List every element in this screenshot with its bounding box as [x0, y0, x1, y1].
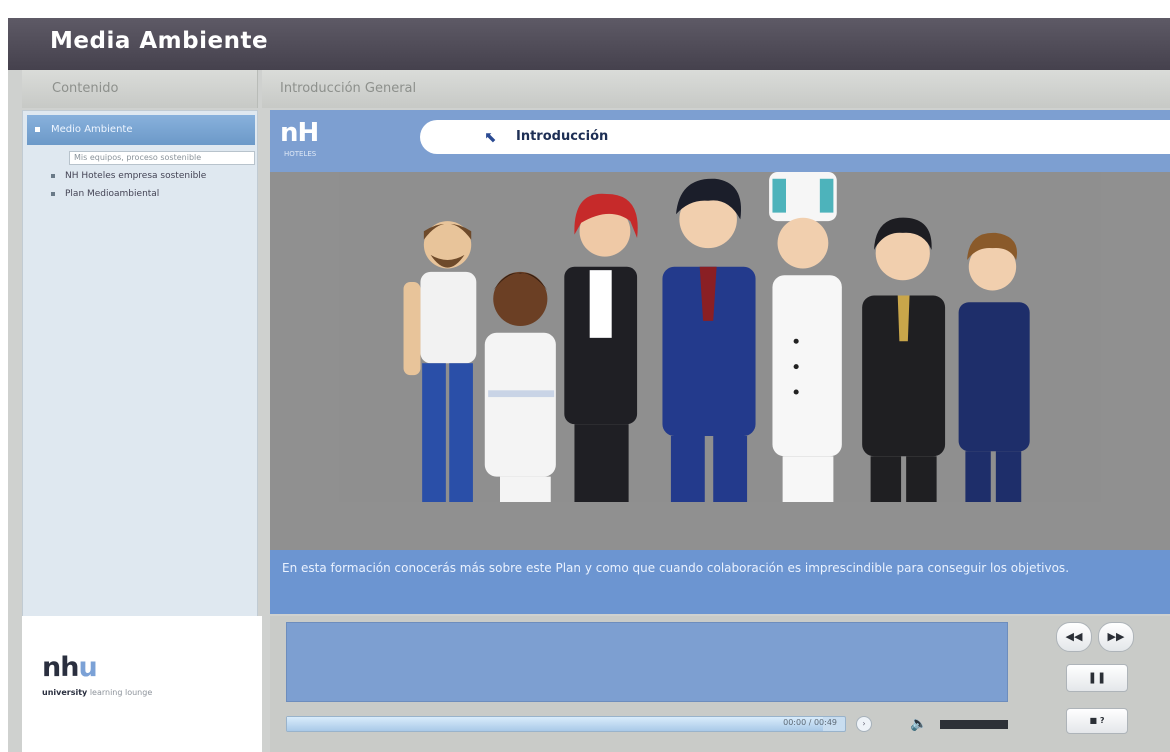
title-bar: Media Ambiente [8, 18, 1170, 70]
tree-root-label: Medio Ambiente [51, 124, 133, 135]
tree-root-item[interactable]: Medio Ambiente [27, 115, 255, 145]
sidebar-header: Contenido [22, 70, 258, 108]
bullet-icon [51, 173, 55, 178]
previous-button[interactable]: ◀◀ [1056, 622, 1092, 652]
nh-logo: nH [280, 118, 319, 148]
sidebar-item-plan[interactable]: Plan Medioambiental [51, 189, 251, 199]
content-stage: nH HOTELES ⬉ Introducción En esta formac… [270, 110, 1170, 614]
sidebar-item-label: Plan Medioambiental [65, 189, 160, 199]
tree-search-input[interactable]: Mis equipos, proceso sostenible [69, 151, 255, 165]
sidebar-item-label: NH Hoteles empresa sostenible [65, 171, 207, 181]
nh-logo-sub: HOTELES [284, 150, 317, 158]
progress-fill [287, 717, 823, 731]
slide-caption: En esta formación conocerás más sobre es… [270, 550, 1170, 614]
sidebar-item-sostenible[interactable]: NH Hoteles empresa sostenible [51, 171, 251, 181]
notes-panel [286, 622, 1008, 702]
breadcrumb-label: Introducción [516, 129, 609, 144]
progress-bar[interactable]: 00:00 / 00:49 [286, 716, 846, 732]
nhu-logo: nhu [42, 652, 98, 683]
app-window: Media Ambiente Contenido Introducción Ge… [8, 18, 1170, 752]
brand-sub-bold: university [42, 688, 88, 697]
content-header: Introducción General [262, 70, 1170, 108]
volume-level [940, 720, 1008, 729]
player-controls: 00:00 / 00:49 › 🔈 ◀◀ ▶▶ ❚❚ ■ ? [270, 616, 1170, 752]
volume-slider[interactable] [940, 720, 1008, 729]
staff-illustration [339, 172, 1101, 502]
bullet-icon [51, 191, 55, 196]
speaker-icon[interactable]: 🔈 [910, 716, 927, 732]
logo-accent: u [78, 652, 97, 683]
window-title: Media Ambiente [50, 28, 269, 54]
pause-button[interactable]: ❚❚ [1066, 664, 1128, 692]
bullet-icon [35, 127, 40, 132]
next-button[interactable]: ▶▶ [1098, 622, 1134, 652]
seek-handle[interactable]: › [856, 716, 872, 732]
brand-sub-rest: learning lounge [89, 688, 153, 697]
arrow-icon: ⬉ [484, 128, 497, 146]
sidebar: Medio Ambiente Mis equipos, proceso sost… [22, 110, 258, 618]
time-readout: 00:00 / 00:49 [783, 718, 837, 727]
stage-header: nH HOTELES ⬉ Introducción [270, 110, 1170, 172]
logo-text: nh [42, 652, 79, 683]
subtitles-button[interactable]: ■ ? [1066, 708, 1128, 734]
breadcrumb: ⬉ Introducción [420, 120, 1170, 154]
character-housekeeping [484, 271, 556, 502]
brand-subtitle: university learning lounge [42, 688, 152, 697]
brand-panel: nhu university learning lounge [22, 616, 262, 752]
